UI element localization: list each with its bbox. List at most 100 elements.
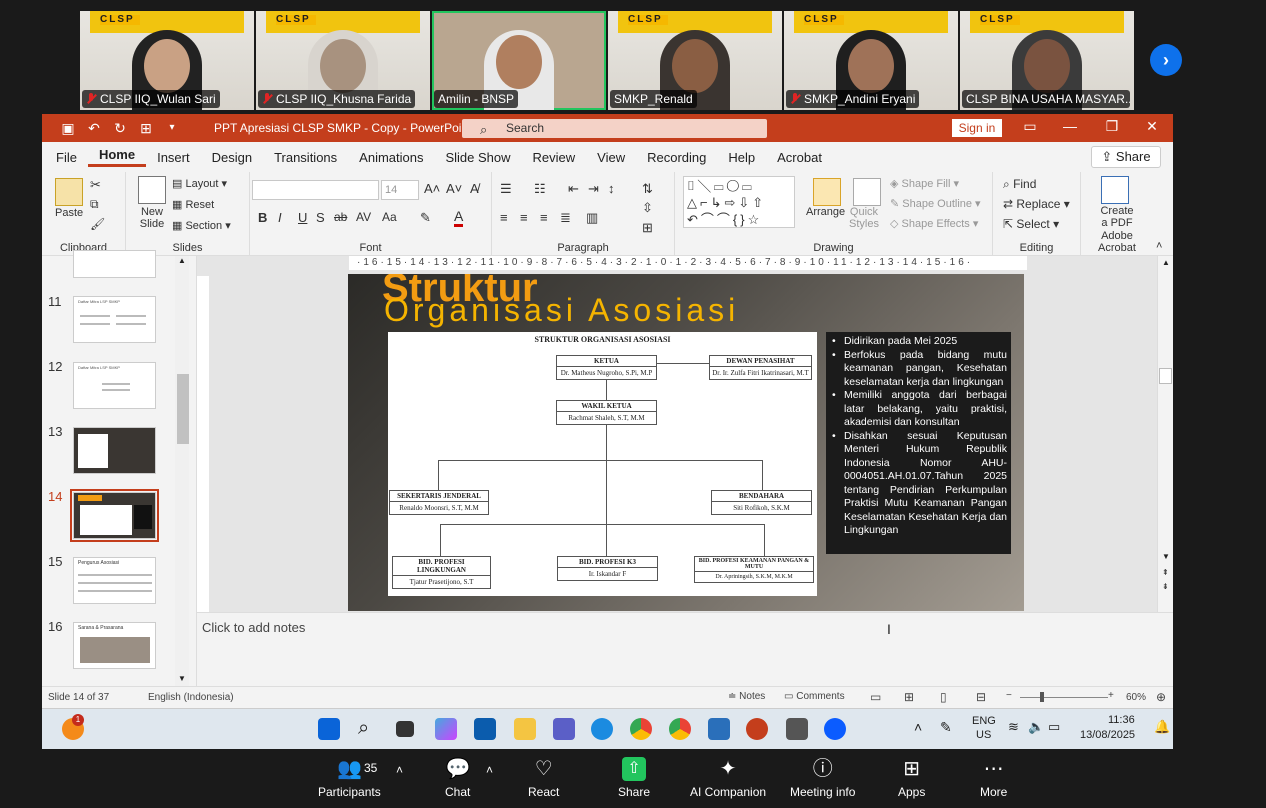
zoom-slider-handle[interactable]	[1040, 692, 1044, 702]
italic-icon[interactable]: I	[278, 210, 282, 225]
tab-design[interactable]: Design	[201, 150, 263, 165]
customize-icon[interactable]: ▾	[164, 120, 180, 136]
scroll-up-icon[interactable]: ▲	[1162, 258, 1170, 267]
text-direction-icon[interactable]: ⇅	[642, 181, 653, 197]
line-spacing-icon[interactable]: ↕	[608, 181, 615, 196]
org-chart-image[interactable]: STRUKTUR ORGANISASI ASOSIASI KETUA Dr. Ma…	[388, 332, 817, 596]
underline-icon[interactable]: U	[298, 210, 307, 225]
slide-sorter-icon[interactable]: ⊞	[904, 690, 914, 704]
search-box[interactable]: ⌕ Search	[462, 119, 767, 138]
undo-icon[interactable]: ↶	[86, 120, 102, 136]
reset-button[interactable]: ▦ Reset	[172, 198, 214, 211]
video-tile[interactable]: CLSP CLSP IIQ_Khusna Farida	[256, 11, 430, 110]
slide-thumbnail[interactable]	[73, 250, 156, 278]
calculator-icon[interactable]	[786, 718, 808, 740]
wifi-icon[interactable]: ≋	[1008, 719, 1019, 735]
align-left-icon[interactable]: ≡	[500, 210, 508, 225]
zoom-slider[interactable]	[1020, 697, 1108, 698]
save-icon[interactable]: ▣	[60, 120, 76, 136]
tab-insert[interactable]: Insert	[146, 150, 201, 165]
scroll-up-icon[interactable]: ▲	[178, 256, 186, 265]
select-button[interactable]: ⇱ Select ▾	[1003, 217, 1059, 231]
align-text-icon[interactable]: ⇳	[642, 200, 653, 216]
notes-button[interactable]: ≐ Notes	[728, 691, 765, 702]
create-pdf-icon[interactable]	[1101, 176, 1129, 204]
slide-thumbnail-14[interactable]	[70, 489, 159, 542]
comments-button[interactable]: ▭ Comments	[784, 691, 845, 702]
chevron-up-icon[interactable]: ˄	[914, 719, 922, 735]
search-icon[interactable]: ⌕	[358, 717, 369, 740]
present-icon[interactable]: ⊞	[138, 120, 154, 136]
more-button[interactable]: ⋯ More	[980, 757, 1007, 799]
find-button[interactable]: ⌕ Find	[1003, 177, 1036, 192]
ai-companion-button[interactable]: ✦ AI Companion	[690, 757, 766, 799]
tab-transitions[interactable]: Transitions	[263, 150, 348, 165]
scroll-down-icon[interactable]: ▼	[178, 674, 186, 683]
minimize-icon[interactable]: —	[1060, 118, 1080, 134]
pen-menu-icon[interactable]: ✎	[940, 719, 952, 736]
powerpoint-icon[interactable]	[746, 718, 768, 740]
scroll-thumb[interactable]	[177, 374, 189, 444]
shape-outline-button[interactable]: ✎ Shape Outline ▾	[890, 197, 981, 210]
notepad-icon[interactable]	[708, 718, 730, 740]
sign-in-button[interactable]: Sign in	[952, 119, 1002, 137]
slide-thumbnail-15[interactable]: Pengurus Asosiasi	[73, 557, 156, 604]
normal-view-icon[interactable]: ▭	[870, 690, 881, 704]
section-button[interactable]: ▦ Section ▾	[172, 219, 231, 232]
arrange-icon[interactable]	[813, 178, 841, 206]
teams-icon[interactable]	[553, 718, 575, 740]
video-tile[interactable]: CLSP CLSP BINA USAHA MASYAR...	[960, 11, 1134, 110]
current-slide[interactable]: Struktur Organisasi Asosiasi STRUKTUR OR…	[348, 274, 1024, 611]
slide-subtitle[interactable]: Organisasi Asosiasi	[384, 292, 739, 329]
zoom-app-icon[interactable]	[824, 718, 846, 740]
previous-slide-icon[interactable]: ⇞	[1162, 568, 1169, 577]
clear-format-icon[interactable]: A̸	[470, 181, 479, 196]
slide-thumbnail-12[interactable]: Daftar Mitra LSP SMKP	[73, 362, 156, 409]
volume-icon[interactable]: 🔈	[1028, 719, 1044, 735]
format-painter-icon[interactable]: 🖌	[90, 217, 105, 231]
info-text-box[interactable]: Didirikan pada Mei 2025 Berfokus pada bi…	[826, 332, 1011, 554]
chat-chevron-icon[interactable]: ˄	[486, 763, 493, 777]
justify-icon[interactable]: ≣	[560, 210, 571, 226]
language-indicator[interactable]: English (Indonesia)	[148, 692, 234, 703]
redo-icon[interactable]: ↻	[112, 120, 128, 136]
change-case-icon[interactable]: Aa	[382, 210, 397, 224]
input-language[interactable]: ENG	[972, 715, 996, 727]
input-region[interactable]: US	[976, 729, 991, 741]
video-tile[interactable]: CLSP SMKP_Renald	[608, 11, 782, 110]
ribbon-display-icon[interactable]: ▭	[1020, 118, 1040, 135]
grow-font-icon[interactable]: A˄	[424, 181, 440, 196]
shapes-gallery[interactable]: ⌷╲▭◯▭ △⌐↳⇨⇩⇧ ↶⌒⌒{}☆	[683, 176, 795, 228]
slideshow-icon[interactable]: ⊟	[976, 690, 986, 704]
highlight-icon[interactable]: ✎	[420, 210, 431, 226]
meeting-info-button[interactable]: ⓘ Meeting info	[790, 757, 855, 799]
zoom-level[interactable]: 60%	[1126, 692, 1146, 703]
store-icon[interactable]	[474, 718, 496, 740]
bold-icon[interactable]: B	[258, 210, 267, 225]
chrome-profile-icon[interactable]	[669, 718, 691, 740]
start-icon[interactable]	[318, 718, 340, 740]
replace-button[interactable]: ⇄ Replace ▾	[1003, 197, 1070, 211]
paste-button[interactable]: Paste	[55, 207, 83, 219]
tab-slide-show[interactable]: Slide Show	[434, 150, 521, 165]
battery-icon[interactable]: ▭	[1048, 719, 1060, 735]
shrink-font-icon[interactable]: A˅	[446, 181, 462, 196]
font-name-select[interactable]	[252, 180, 379, 200]
numbering-icon[interactable]: ☷	[534, 181, 546, 197]
tab-file[interactable]: File	[45, 150, 88, 165]
chat-button[interactable]: 💬 Chat	[445, 757, 471, 799]
strikethrough-icon[interactable]: ab	[334, 210, 347, 224]
char-spacing-icon[interactable]: AV	[356, 210, 371, 224]
decrease-indent-icon[interactable]: ⇤	[568, 181, 579, 197]
paste-icon[interactable]	[55, 178, 83, 206]
clock-time[interactable]: 11:36	[1108, 714, 1135, 726]
chrome-icon[interactable]	[630, 718, 652, 740]
slide-thumbnail-16[interactable]: Sarana & Prasarana	[73, 622, 156, 669]
video-tile-active[interactable]: Amilin - BNSP	[432, 11, 606, 110]
zoom-in-icon[interactable]: +	[1108, 690, 1114, 701]
smartart-icon[interactable]: ⊞	[642, 220, 653, 236]
tab-recording[interactable]: Recording	[636, 150, 717, 165]
next-slide-icon[interactable]: ⇟	[1162, 582, 1169, 591]
collapse-ribbon-icon[interactable]: ˄	[1156, 240, 1162, 252]
arrange-button[interactable]: Arrange	[806, 206, 845, 218]
